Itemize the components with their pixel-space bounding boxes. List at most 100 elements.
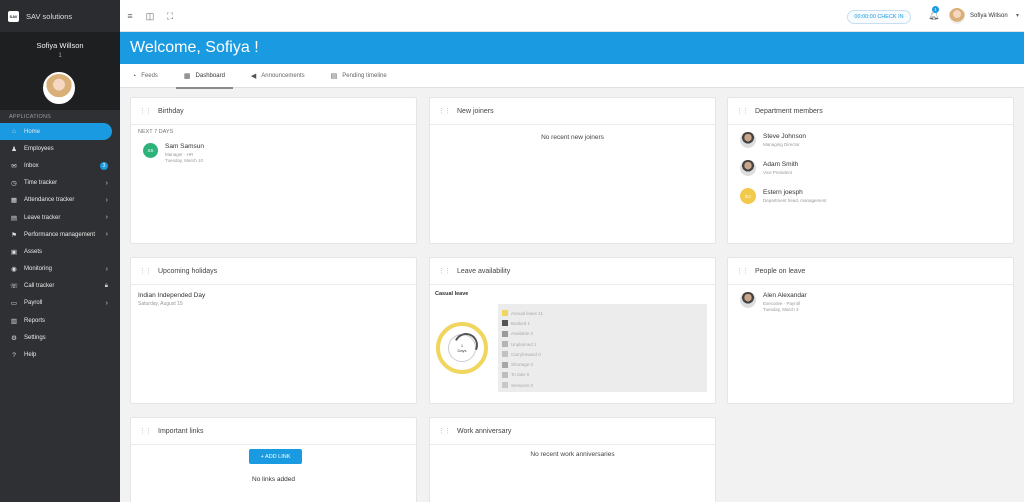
sidebar-item-call-tracker[interactable]: ☏ Call tracker 🔒︎ [0, 278, 120, 295]
tab-pending-timeline[interactable]: ▤ Pending timeline [329, 64, 389, 88]
sidebar-item-monitoring[interactable]: ◉ Monitoring › [0, 261, 120, 278]
sidebar-item-attendance-tracker[interactable]: ▦ Attendance tracker › [0, 192, 120, 209]
legend-label: Unplanned 1 [511, 341, 537, 347]
card-header: ⋮⋮ New joiners [430, 98, 715, 125]
add-link-button[interactable]: + ADD LINK [249, 449, 302, 464]
avatar: SS [143, 143, 158, 158]
legend-swatch [502, 341, 508, 348]
sidebar-item-label: Settings [24, 334, 46, 341]
sidebar-item-time-tracker[interactable]: ◷ Time tracker › [0, 175, 120, 192]
drag-handle-icon[interactable]: ⋮⋮ [139, 427, 152, 435]
sidebar-item-performance-management[interactable]: ⚑ Performance management › [0, 226, 120, 243]
sidebar-item-payroll[interactable]: ▭ Payroll › [0, 295, 120, 312]
person-role: Department head, management [763, 198, 827, 203]
holiday-date: Saturday, August 15 [138, 301, 183, 307]
sidebar-item-label: Time tracker [24, 180, 58, 187]
leave-type: Casual leave [435, 291, 469, 297]
notification-badge: 1 [932, 6, 939, 13]
section-label: APPLICATIONS [9, 114, 52, 120]
leave-legend: Annual leave 11 Booked 1 Available 3 Unplan… [498, 304, 707, 392]
people-on-leave-card: ⋮⋮ People on leave Alen Alexandar Execut… [727, 257, 1014, 404]
legend-label: Available 3 [511, 331, 533, 337]
sidebar: SAV SAV solutions Sofiya Willson 1 APPLI… [0, 0, 120, 502]
sidebar-item-label: Employees [24, 145, 54, 152]
tab-bar: ◔ Feeds ▦ Dashboard ◀ Announcements ▤ Pending t… [120, 64, 1024, 89]
drag-handle-icon[interactable]: ⋮⋮ [139, 107, 152, 115]
drag-handle-icon[interactable]: ⋮⋮ [736, 107, 749, 115]
next-7-days-label: NEXT 7 DAYS [138, 129, 174, 135]
tab-label: Feeds [141, 73, 158, 79]
person-name: Steve Johnson [763, 133, 807, 140]
report-icon: ▥ [10, 317, 18, 325]
drag-handle-icon[interactable]: ⋮⋮ [438, 107, 451, 115]
drag-handle-icon[interactable]: ⋮⋮ [438, 427, 451, 435]
person-role: Manager · HR [165, 152, 194, 157]
sidebar-item-leave-tracker[interactable]: ▤ Leave tracker › [0, 209, 120, 226]
inbox-icon: ✉ [11, 162, 17, 170]
sidebar-item-settings[interactable]: ⚙ Settings [0, 329, 120, 346]
tab-announcements[interactable]: ◀ Announcements [249, 64, 307, 88]
brand-name: SAV solutions [26, 11, 73, 21]
card-header: ⋮⋮ Upcoming holidays [131, 258, 416, 285]
legend-item: Unplanned 1 [502, 339, 707, 349]
layout-icon[interactable]: ◫ [145, 11, 155, 21]
tab-label: Pending timeline [342, 73, 387, 79]
assets-icon: ▣ [10, 248, 18, 256]
person-name: Sam Samsun [165, 143, 205, 150]
important-links-card: ⋮⋮ Important links + ADD LINK No links a… [130, 417, 417, 502]
drag-handle-icon[interactable]: ⋮⋮ [438, 267, 451, 275]
help-icon: ? [12, 351, 16, 359]
wallet-icon: ▭ [10, 300, 18, 308]
list-item[interactable]: Adam Smith Vice President [740, 154, 1013, 182]
sidebar-item-inbox[interactable]: ✉ Inbox 3 [0, 157, 120, 174]
legend-swatch [502, 382, 508, 389]
employees-icon: ♟ [11, 145, 17, 153]
card-title: Upcoming holidays [158, 267, 218, 275]
list-item[interactable]: Steve Johnson Managing Director [740, 126, 1013, 154]
person-name: Alen Alexandar [763, 292, 807, 299]
legend-label: To take 0 [511, 372, 530, 378]
chevron-down-icon[interactable]: ▾ [1016, 12, 1019, 19]
hamburger-icon[interactable]: ≡ [125, 11, 135, 21]
person-name: Adam Smith [763, 161, 799, 168]
chevron-right-icon: › [105, 231, 108, 239]
card-header: ⋮⋮ Department members [728, 98, 1013, 125]
tab-label: Dashboard [195, 73, 225, 79]
home-icon: ⌂ [12, 128, 16, 136]
legend-item: To take 0 [502, 370, 707, 380]
fullscreen-icon[interactable]: ⛶ [165, 11, 175, 21]
sidebar-item-label: Help [24, 352, 37, 359]
brand[interactable]: SAV SAV solutions [0, 0, 120, 32]
sidebar-menu: ⌂ Home ♟ Employees ✉ Inbox 3 ◷ Time tracker › ▦ Att… [0, 123, 120, 364]
drag-handle-icon[interactable]: ⋮⋮ [736, 267, 749, 275]
list-item[interactable]: Alen Alexandar Executive · Payroll Tuesd… [740, 292, 1013, 314]
user-name[interactable]: Sofiya Willson [970, 13, 1008, 19]
drag-handle-icon[interactable]: ⋮⋮ [139, 267, 152, 275]
birthday-card: ⋮⋮ Birthday NEXT 7 DAYS SS Sam Samsun Ma… [130, 97, 417, 244]
legend-item: Booked 1 [502, 318, 707, 328]
profile-name: Sofiya Willson [36, 41, 84, 50]
card-title: New joiners [457, 107, 494, 115]
legend-label: Carryforward 0 [511, 351, 541, 357]
sidebar-item-assets[interactable]: ▣ Assets [0, 243, 120, 260]
sidebar-item-home[interactable]: ⌂ Home [0, 123, 112, 141]
card-header: ⋮⋮ Leave availability [430, 258, 715, 285]
legend-swatch [502, 361, 508, 368]
sidebar-item-help[interactable]: ? Help [0, 346, 120, 363]
card-header: ⋮⋮ People on leave [728, 258, 1013, 285]
calendar-icon: ▤ [10, 214, 18, 222]
sidebar-item-label: Call tracker [24, 283, 55, 290]
tab-feeds[interactable]: ◔ Feeds [130, 64, 160, 88]
person-name: Estern joesph [763, 189, 803, 196]
holiday-name: Indian Independed Day [138, 292, 206, 299]
chevron-right-icon: › [105, 214, 108, 222]
sidebar-item-employees[interactable]: ♟ Employees [0, 140, 120, 157]
tab-dashboard[interactable]: ▦ Dashboard [175, 64, 233, 89]
profile-avatar[interactable] [43, 72, 75, 104]
sidebar-item-reports[interactable]: ▥ Reports [0, 312, 120, 329]
user-avatar[interactable] [949, 8, 965, 24]
profile-panel: Sofiya Willson 1 [0, 32, 120, 110]
check-in-button[interactable]: 00:00:00 CHECK IN [847, 10, 911, 24]
list-item[interactable]: SS Sam Samsun Manager · HR Tuesday, Marc… [143, 143, 416, 163]
list-item[interactable]: EJ Estern joesph Department head, manage… [740, 182, 1013, 210]
